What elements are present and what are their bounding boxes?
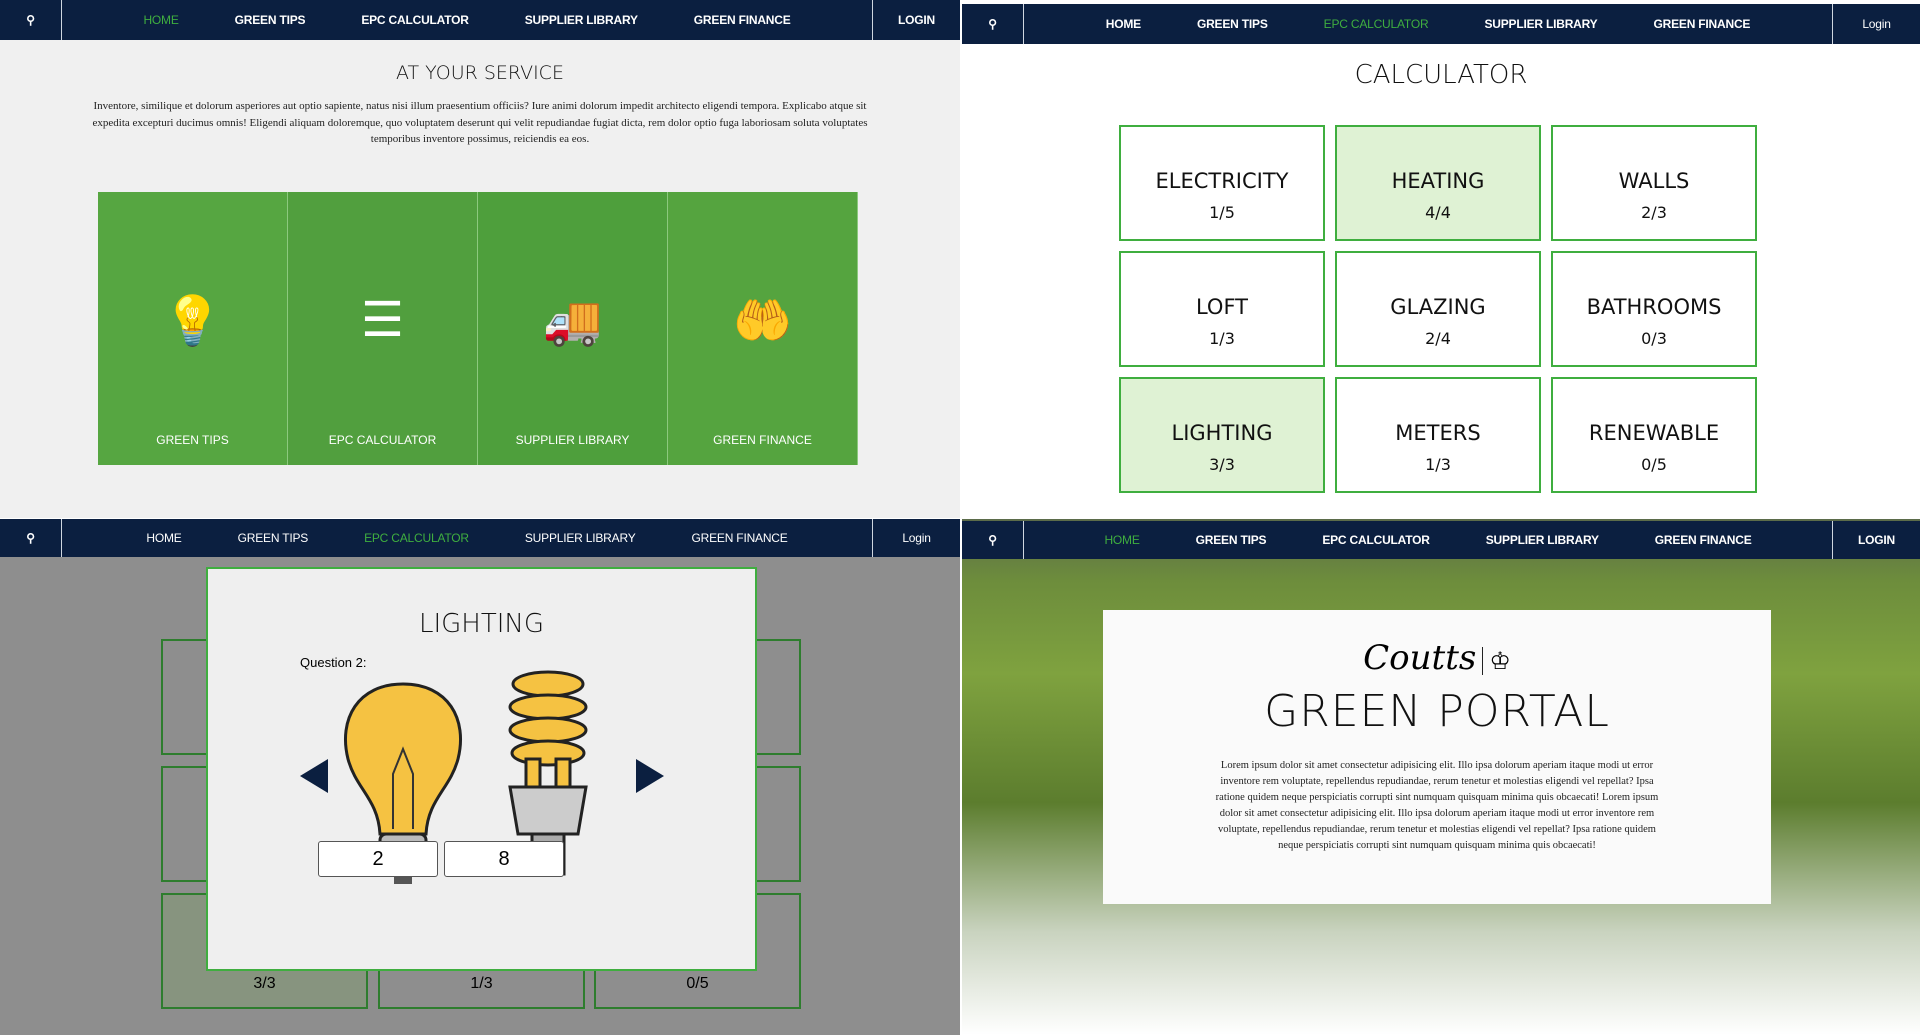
cell-name: LIGHTING [1171,421,1273,445]
calc-cell-heating[interactable]: HEATING 4/4 [1335,125,1541,241]
cell-progress: 1/5 [1209,203,1235,222]
cell-progress: 1/3 [1425,455,1451,474]
login-button[interactable]: Login [1832,4,1920,44]
calc-cell-glazing[interactable]: GLAZING 2/4 [1335,251,1541,367]
nav-epc-calculator[interactable]: EPC CALCULATOR [1296,17,1457,31]
truck-icon: 🚚 [542,295,603,348]
top-nav: ⚲ HOME GREEN TIPS EPC CALCULATOR SUPPLIE… [962,521,1920,559]
search-icon[interactable]: ⚲ [0,0,62,40]
nav-green-tips[interactable]: GREEN TIPS [210,531,336,545]
nav-green-finance[interactable]: GREEN FINANCE [666,13,819,27]
cell-progress: 4/4 [1425,203,1451,222]
calc-cell-electricity[interactable]: ELECTRICITY 1/5 [1119,125,1325,241]
search-icon[interactable]: ⚲ [962,521,1024,559]
coutts-logo: Coutts ♔ [1363,638,1511,678]
nav-epc-calculator[interactable]: EPC CALCULATOR [336,531,497,545]
cell-name: WALLS [1618,169,1690,193]
nav-green-tips[interactable]: GREEN TIPS [1168,533,1295,547]
tile-green-tips[interactable]: 💡 GREEN TIPS [98,192,288,465]
calc-cell-meters[interactable]: METERS 1/3 [1335,377,1541,493]
intro-paragraph: Inventore, similique et dolorum asperior… [92,100,868,145]
cell-name: LOFT [1195,295,1249,319]
nav-green-finance[interactable]: GREEN FINANCE [1625,17,1778,31]
top-nav: ⚲ HOME GREEN TIPS EPC CALCULATOR SUPPLIE… [0,519,960,557]
nav-home[interactable]: HOME [115,13,206,27]
nav-green-finance[interactable]: GREEN FINANCE [664,531,816,545]
calc-cell-renewable[interactable]: RENEWABLE 0/5 [1551,377,1757,493]
portal-title: GREEN PORTAL [1264,686,1610,737]
green-portal-screen: ⚲ HOME GREEN TIPS EPC CALCULATOR SUPPLIE… [962,519,1920,1035]
nav-green-tips[interactable]: GREEN TIPS [207,13,334,27]
arrow-right-icon[interactable] [634,757,666,795]
arrow-left-icon[interactable] [298,757,330,795]
page-title: AT YOUR SERVICE [396,62,564,84]
calculator-screen: ⚲ HOME GREEN TIPS EPC CALCULATOR SUPPLIE… [962,0,1920,518]
nav-green-tips[interactable]: GREEN TIPS [1169,17,1296,31]
page-title: CALCULATOR [1354,60,1528,90]
cell-name: BATHROOMS [1586,295,1722,319]
nav-epc-calculator[interactable]: EPC CALCULATOR [1294,533,1457,547]
login-button[interactable]: LOGIN [872,0,960,40]
calc-cell-loft[interactable]: LOFT 1/3 [1119,251,1325,367]
cell-name: ELECTRICITY [1155,169,1289,193]
nav-epc-calculator[interactable]: EPC CALCULATOR [333,13,496,27]
hand-leaf-icon: 🤲 [732,295,793,348]
lightbulb-icon: 💡 [162,295,223,348]
cell-progress: 0/5 [1641,455,1667,474]
modal-title: LIGHTING [419,609,544,639]
cell-progress: 1/3 [1209,329,1235,348]
nav-home[interactable]: HOME [1078,17,1169,31]
cell-name: HEATING [1391,169,1485,193]
nav-supplier-library[interactable]: SUPPLIER LIBRARY [1458,533,1627,547]
answer-box-incandescent[interactable]: 2 [318,841,438,877]
tile-epc-calculator[interactable]: ☰ EPC CALCULATOR [288,192,478,465]
tile-supplier-library[interactable]: 🚚 SUPPLIER LIBRARY [478,192,668,465]
top-nav: ⚲ HOME GREEN TIPS EPC CALCULATOR SUPPLIE… [962,4,1920,44]
lighting-modal-screen: ⚲ HOME GREEN TIPS EPC CALCULATOR SUPPLIE… [0,519,960,1035]
energy-rating-icon: ☰ [360,294,405,347]
crown-icon: ♔ [1482,647,1511,675]
calc-cell-bathrooms[interactable]: BATHROOMS 0/3 [1551,251,1757,367]
nav-supplier-library[interactable]: SUPPLIER LIBRARY [497,13,666,27]
cell-progress: 0/3 [1641,329,1667,348]
cell-name: GLAZING [1390,295,1486,319]
top-nav: ⚲ HOME GREEN TIPS EPC CALCULATOR SUPPLIE… [0,0,960,40]
login-button[interactable]: LOGIN [1832,521,1920,559]
question-label: Question 2: [300,655,367,670]
answer-box-cfl[interactable]: 8 [444,841,564,877]
lighting-modal: LIGHTING Question 2: 2 8 [206,567,757,971]
portal-card: Coutts ♔ GREEN PORTAL Lorem ipsum dolor s… [1103,610,1771,904]
search-icon[interactable]: ⚲ [962,4,1024,44]
portal-paragraph: Lorem ipsum dolor sit amet consectetur a… [1215,760,1659,851]
login-button[interactable]: Login [872,519,960,557]
calc-cell-lighting[interactable]: LIGHTING 3/3 [1119,377,1325,493]
nav-green-finance[interactable]: GREEN FINANCE [1627,533,1780,547]
cell-progress: 2/4 [1425,329,1451,348]
cell-name: METERS [1395,421,1481,445]
calc-cell-walls[interactable]: WALLS 2/3 [1551,125,1757,241]
nav-home[interactable]: HOME [1076,533,1167,547]
search-icon[interactable]: ⚲ [0,519,62,557]
cell-progress: 3/3 [1209,455,1235,474]
nav-supplier-library[interactable]: SUPPLIER LIBRARY [497,531,664,545]
tile-green-finance[interactable]: 🤲 GREEN FINANCE [668,192,858,465]
cell-progress: 2/3 [1641,203,1667,222]
cell-name: RENEWABLE [1588,421,1720,445]
nav-supplier-library[interactable]: SUPPLIER LIBRARY [1456,17,1625,31]
nav-home[interactable]: HOME [118,531,209,545]
home-services-screen: ⚲ HOME GREEN TIPS EPC CALCULATOR SUPPLIE… [0,0,960,518]
